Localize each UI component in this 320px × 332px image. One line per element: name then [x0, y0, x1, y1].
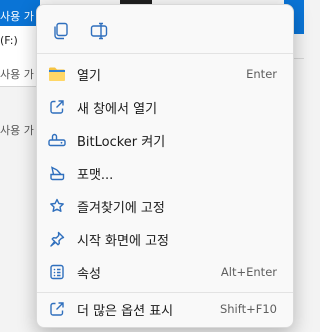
key-icon	[47, 130, 67, 150]
menu-item-more-options[interactable]: 더 많은 옵션 표시 Shift+F10	[37, 293, 293, 325]
menu-item-open[interactable]: 열기 Enter	[37, 58, 293, 90]
context-menu: 열기 Enter 새 창에서 열기 BitLocker 켜기 포맷... 즐겨찾…	[36, 4, 294, 328]
open-external-icon	[47, 97, 67, 117]
menu-item-pin-favorites[interactable]: 즐겨찾기에 고정	[37, 190, 293, 222]
menu-item-properties[interactable]: 속성 Alt+Enter	[37, 256, 293, 288]
star-icon	[47, 196, 67, 216]
shortcut-text: Shift+F10	[219, 302, 277, 316]
format-icon	[47, 163, 67, 183]
menu-separator-top	[37, 53, 293, 54]
menu-item-label: 더 많은 옵션 표시	[77, 303, 174, 319]
menu-item-label: 포맷...	[77, 167, 114, 183]
menu-item-label: 즐겨찾기에 고정	[77, 200, 165, 216]
menu-item-open-new-window[interactable]: 새 창에서 열기	[37, 91, 293, 123]
menu-item-bitlocker[interactable]: BitLocker 켜기	[37, 124, 293, 156]
menu-item-label: 속성	[77, 266, 101, 282]
background-row-3: 사용 가	[0, 68, 34, 81]
folder-icon	[47, 64, 67, 84]
copy-icon	[53, 22, 69, 40]
background-row-2: (F:)	[0, 34, 18, 47]
menu-toolbar	[37, 5, 293, 53]
menu-item-label: 열기	[77, 68, 101, 84]
more-options-icon	[47, 299, 67, 319]
shortcut-text: Enter	[246, 67, 277, 81]
shortcut-text: Alt+Enter	[220, 265, 277, 279]
menu-item-pin-start[interactable]: 시작 화면에 고정	[37, 223, 293, 255]
menu-item-label: 시작 화면에 고정	[77, 233, 169, 249]
menu-item-format[interactable]: 포맷...	[37, 157, 293, 189]
background-divider	[0, 86, 40, 87]
copy-button[interactable]	[47, 17, 75, 45]
background-row-1: 사용 가	[0, 10, 34, 23]
properties-icon	[47, 262, 67, 282]
rename-icon	[90, 22, 108, 40]
menu-item-label: BitLocker 켜기	[77, 134, 166, 150]
pin-icon	[47, 229, 67, 249]
background-row-4: 사용 가	[0, 124, 34, 137]
menu-item-label: 새 창에서 열기	[77, 101, 158, 117]
rename-button[interactable]	[85, 17, 113, 45]
